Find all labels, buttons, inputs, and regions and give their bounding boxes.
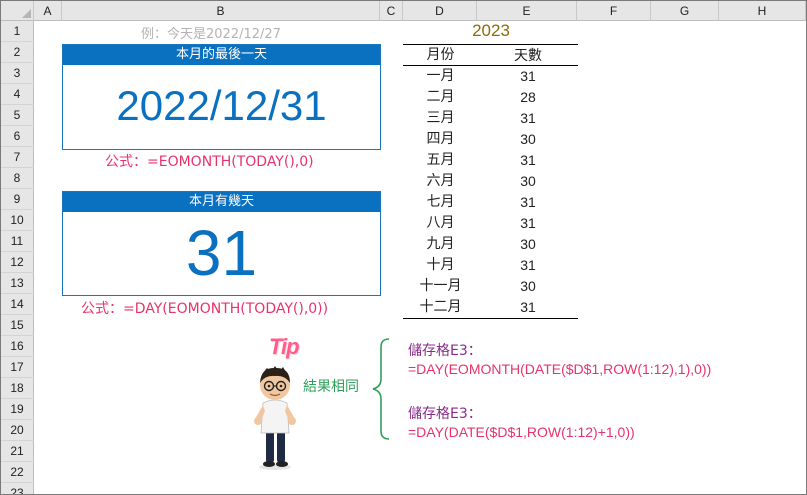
days-cell[interactable]: 31	[478, 192, 578, 213]
days-cell[interactable]: 31	[478, 108, 578, 129]
month-cell[interactable]: 一月	[403, 66, 478, 87]
table-row: 六月 30	[403, 171, 578, 192]
days-cell[interactable]: 31	[478, 255, 578, 276]
month-cell[interactable]: 二月	[403, 87, 478, 108]
table-row: 十一月 30	[403, 276, 578, 297]
last-day-value: 2022/12/31	[116, 82, 327, 129]
row-header-21[interactable]: 21	[1, 441, 34, 462]
month-days-table: 月份 天數 一月 31 二月 28 三月 31 四月 30 五月 31 六月 30 七月 31…	[403, 44, 578, 319]
example-note: 例：今天是2022/12/27	[141, 27, 281, 42]
days-cell[interactable]: 30	[478, 129, 578, 150]
table-row: 一月 31	[403, 66, 578, 87]
formula-day-eomonth: 公式：=DAY(EOMONTH(TODAY(),0))	[81, 301, 329, 317]
row-header-18[interactable]: 18	[1, 378, 34, 399]
days-cell[interactable]: 30	[478, 171, 578, 192]
spreadsheet-window: A B C D E F G H 1 2 3 4 5 6 7 8 9 10 11 …	[0, 0, 807, 495]
row-header-19[interactable]: 19	[1, 399, 34, 420]
column-header-b[interactable]: B	[62, 1, 380, 21]
row-header-16[interactable]: 16	[1, 336, 34, 357]
tip-formula-eomonth-date: =DAY(EOMONTH(DATE($D$1,ROW(1:12),1),0))	[408, 361, 712, 377]
same-result-label: 結果相同	[303, 379, 359, 395]
days-in-month-value: 31	[185, 217, 258, 289]
column-header-e[interactable]: E	[477, 1, 577, 21]
month-column-header[interactable]: 月份	[403, 45, 478, 65]
days-cell[interactable]: 28	[478, 87, 578, 108]
tip-badge: Tip	[269, 334, 300, 359]
month-cell[interactable]: 十一月	[403, 276, 478, 297]
month-cell[interactable]: 八月	[403, 213, 478, 234]
table-row: 十月 31	[403, 255, 578, 276]
row-header-12[interactable]: 12	[1, 252, 34, 273]
table-row: 四月 30	[403, 129, 578, 150]
last-day-card[interactable]: 本月的最後一天 2022/12/31	[62, 44, 381, 150]
days-in-month-card[interactable]: 本月有幾天 31	[62, 191, 381, 296]
column-header-c[interactable]: C	[380, 1, 403, 21]
column-header-f[interactable]: F	[577, 1, 651, 21]
row-header-23[interactable]: 23	[1, 483, 34, 494]
row-header-1[interactable]: 1	[1, 21, 34, 42]
row-header-7[interactable]: 7	[1, 147, 34, 168]
row-header-14[interactable]: 14	[1, 294, 34, 315]
last-day-card-header: 本月的最後一天	[63, 45, 380, 65]
cell-e3-label-2: 儲存格E3：	[408, 406, 482, 422]
row-header-6[interactable]: 6	[1, 126, 34, 147]
days-column-header[interactable]: 天數	[478, 45, 578, 65]
days-in-month-card-header: 本月有幾天	[63, 192, 380, 212]
row-header-10[interactable]: 10	[1, 210, 34, 231]
row-header-5[interactable]: 5	[1, 105, 34, 126]
row-header-13[interactable]: 13	[1, 273, 34, 294]
row-header-11[interactable]: 11	[1, 231, 34, 252]
days-cell[interactable]: 31	[478, 66, 578, 87]
column-header-h[interactable]: H	[719, 1, 806, 21]
row-header-17[interactable]: 17	[1, 357, 34, 378]
formula-eomonth: 公式：=EOMONTH(TODAY(),0)	[105, 154, 314, 170]
month-cell[interactable]: 六月	[403, 171, 478, 192]
curly-brace-icon	[372, 338, 390, 440]
days-cell[interactable]: 31	[478, 150, 578, 171]
table-row: 十二月 31	[403, 297, 578, 319]
month-cell[interactable]: 九月	[403, 234, 478, 255]
table-row: 二月 28	[403, 87, 578, 108]
cell-e3-label-1: 儲存格E3：	[408, 343, 482, 359]
row-header-20[interactable]: 20	[1, 420, 34, 441]
month-cell[interactable]: 七月	[403, 192, 478, 213]
row-header-15[interactable]: 15	[1, 315, 34, 336]
select-all-corner[interactable]	[1, 1, 34, 21]
column-header-d[interactable]: D	[403, 1, 477, 21]
month-cell[interactable]: 十二月	[403, 297, 478, 318]
row-header-2[interactable]: 2	[1, 42, 34, 63]
row-header-9[interactable]: 9	[1, 189, 34, 210]
month-cell[interactable]: 四月	[403, 129, 478, 150]
table-header-row: 月份 天數	[403, 45, 578, 66]
table-row: 八月 31	[403, 213, 578, 234]
row-header-8[interactable]: 8	[1, 168, 34, 189]
table-row: 三月 31	[403, 108, 578, 129]
tip-formula-day-date: =DAY(DATE($D$1,ROW(1:12)+1,0))	[408, 424, 635, 440]
month-cell[interactable]: 三月	[403, 108, 478, 129]
days-cell[interactable]: 30	[478, 276, 578, 297]
days-cell[interactable]: 31	[478, 297, 578, 318]
days-cell[interactable]: 30	[478, 234, 578, 255]
table-row: 五月 31	[403, 150, 578, 171]
row-header-22[interactable]: 22	[1, 462, 34, 483]
cartoon-boy-illustration	[254, 366, 296, 470]
table-row: 七月 31	[403, 192, 578, 213]
row-header-4[interactable]: 4	[1, 84, 34, 105]
days-cell[interactable]: 31	[478, 213, 578, 234]
column-header-g[interactable]: G	[651, 1, 719, 21]
year-cell[interactable]: 2023	[441, 21, 541, 41]
month-cell[interactable]: 十月	[403, 255, 478, 276]
month-cell[interactable]: 五月	[403, 150, 478, 171]
table-row: 九月 30	[403, 234, 578, 255]
row-header-3[interactable]: 3	[1, 63, 34, 84]
column-header-a[interactable]: A	[34, 1, 62, 21]
